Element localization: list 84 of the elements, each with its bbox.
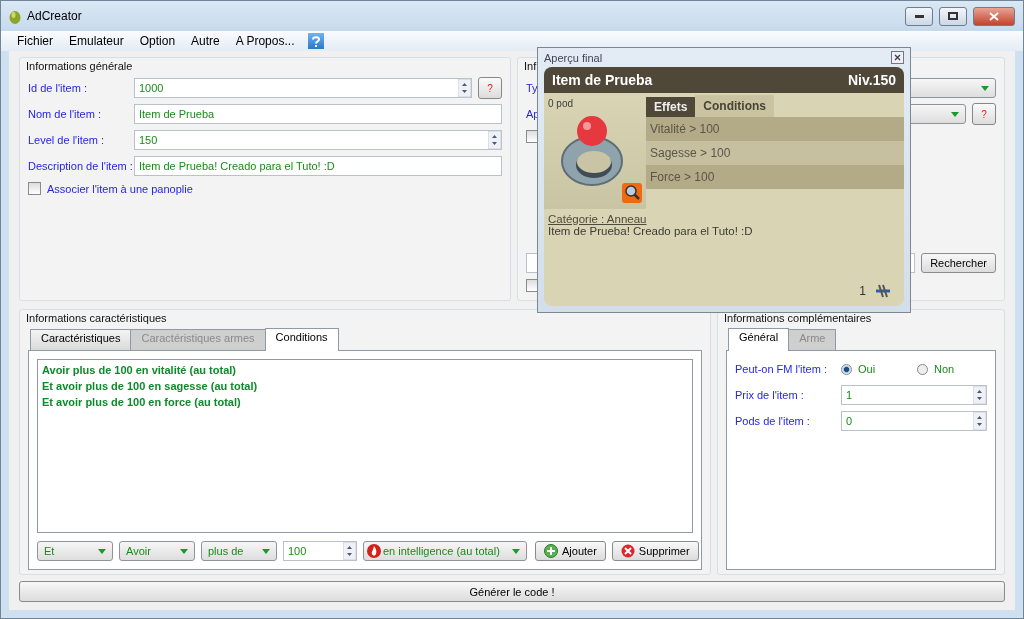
dropdown-arrow-icon — [98, 548, 106, 554]
list-item[interactable]: Avoir plus de 100 en vitalité (au total) — [42, 362, 688, 378]
menu-item[interactable]: Emulateur — [61, 32, 132, 50]
help-icon[interactable] — [308, 33, 325, 49]
dropdown[interactable]: Et — [37, 541, 113, 561]
delete-button[interactable]: Supprimer — [611, 541, 699, 561]
minimize-icon — [914, 14, 924, 18]
menu-item[interactable]: A Propos... — [227, 32, 303, 50]
app-logo-icon — [9, 8, 21, 24]
field-label: Level de l'item : — [28, 134, 106, 146]
number-field[interactable]: 1 — [841, 385, 987, 405]
number-field[interactable]: 100 — [283, 541, 357, 561]
close-icon — [989, 11, 999, 21]
condition-row: Vitalité > 100 — [646, 117, 904, 141]
dropdown[interactable]: Avoir — [119, 541, 195, 561]
dropdown-arrow-icon — [951, 111, 959, 117]
radio-button[interactable] — [841, 363, 852, 375]
quantity: 1 — [859, 284, 866, 298]
list-item[interactable]: Et avoir plus de 100 en sagesse (au total) — [42, 378, 688, 394]
menu-item[interactable]: Fichier — [9, 32, 61, 50]
field-label: Ty — [526, 82, 538, 94]
radio-label: Non — [934, 363, 955, 375]
add-button[interactable]: Ajouter — [535, 541, 606, 561]
dropdown-arrow-icon — [180, 548, 188, 554]
close-button[interactable] — [891, 51, 904, 64]
checkbox-label: Associer l'item à une panoplie — [47, 182, 193, 195]
radio-label: Oui — [858, 363, 876, 375]
minimize-button[interactable] — [905, 6, 933, 26]
tab[interactable]: Caractéristiques — [30, 329, 132, 350]
dropdown-arrow-icon — [981, 85, 989, 91]
close-button[interactable] — [973, 6, 1015, 26]
spin-arrows-icon[interactable] — [343, 542, 356, 560]
field-label: Id de l'item : — [28, 82, 88, 94]
menu-item[interactable]: Autre — [183, 32, 228, 50]
category-link[interactable]: Catégorie : Anneau — [544, 209, 904, 225]
add-icon — [544, 544, 558, 558]
field-label: Prix de l'item : — [735, 389, 805, 401]
menu-item[interactable]: Option — [131, 32, 184, 50]
dropdown[interactable]: en intelligence (au total) — [363, 541, 527, 561]
dropdown-arrow-icon — [512, 548, 520, 554]
ring-icon — [560, 115, 624, 187]
condition-row: Sagesse > 100 — [646, 141, 904, 165]
input-field[interactable]: 1000 — [134, 78, 472, 98]
search-icon[interactable] — [622, 183, 642, 203]
spin-arrows-icon[interactable] — [488, 131, 501, 149]
close-icon — [894, 54, 901, 61]
group-title: Informations caractéristiques — [26, 312, 167, 324]
radio-button[interactable] — [917, 363, 928, 375]
help-button[interactable]: ? — [972, 103, 996, 125]
field-label: Nom de l'item : — [28, 108, 102, 120]
delete-icon — [620, 544, 635, 558]
spin-arrows-icon[interactable] — [973, 386, 986, 404]
spin-arrows-icon[interactable] — [458, 79, 471, 97]
checkbox[interactable] — [28, 182, 41, 195]
field-label: Peut-on FM l'item : — [735, 363, 828, 375]
group-title: Inf — [524, 60, 537, 72]
group-title: Informations générale — [26, 60, 133, 72]
tab[interactable]: Conditions — [264, 328, 339, 351]
maximize-button[interactable] — [939, 6, 967, 26]
tab[interactable]: Général — [728, 328, 790, 351]
help-button[interactable]: ? — [478, 77, 502, 99]
window-title: AdCreator — [27, 9, 83, 23]
field-label: Pods de l'item : — [735, 415, 811, 427]
window-title: Aperçu final — [544, 51, 603, 64]
tab[interactable]: Conditions — [695, 95, 774, 117]
search-button[interactable]: Rechercher — [921, 253, 996, 273]
list-item[interactable]: Et avoir plus de 100 en force (au total) — [42, 394, 688, 410]
spin-arrows-icon[interactable] — [973, 412, 986, 430]
input-field[interactable]: 150 — [134, 130, 502, 150]
condition-row: Force > 100 — [646, 165, 904, 189]
item-description: Item de Prueba! Creado para el Tuto! :D — [547, 225, 754, 237]
fire-icon — [367, 544, 381, 558]
generate-button[interactable]: Générer le code ! — [19, 581, 1005, 602]
maximize-icon — [948, 12, 958, 20]
input-field[interactable]: Item de Prueba — [134, 104, 502, 124]
item-name: Item de Prueba — [552, 72, 653, 88]
number-field[interactable]: 0 — [841, 411, 987, 431]
dropdown[interactable]: plus de — [201, 541, 277, 561]
input-field[interactable]: Item de Prueba! Creado para el Tuto! :D — [134, 156, 502, 176]
item-level: Niv.150 — [848, 72, 896, 88]
dropdown-arrow-icon — [262, 548, 270, 554]
tab[interactable]: Effets — [646, 97, 696, 117]
group-title: Informations complémentaires — [724, 312, 872, 324]
item-weight: 0 pod — [548, 98, 574, 109]
